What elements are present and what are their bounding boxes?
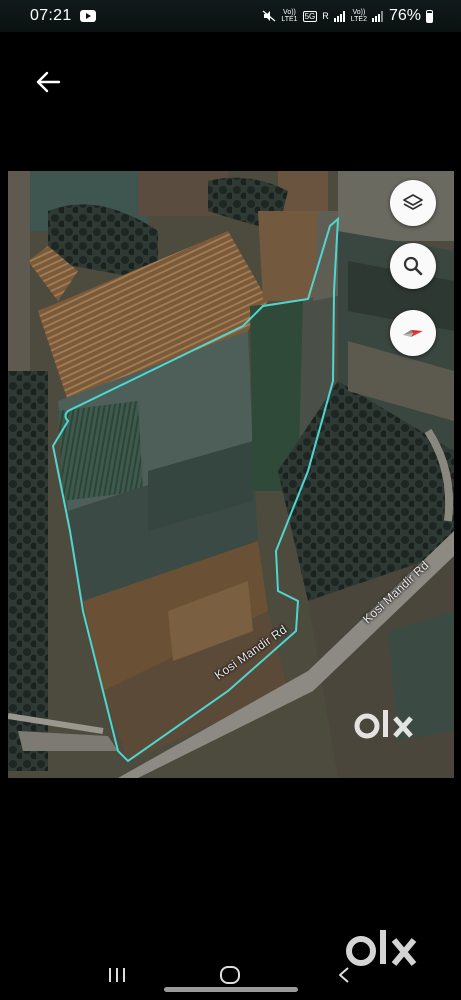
mute-icon [262,10,276,22]
signal-1-icon [333,10,346,22]
roaming-label: R [322,11,329,21]
home-icon [220,966,241,984]
search-icon [403,256,423,276]
satellite-terrain [8,171,454,778]
status-time: 07:21 [30,7,72,24]
satellite-map-image: Kosi Mandir Rd Kosi Mandir Rd [8,171,454,778]
battery-icon [426,9,433,23]
olx-logo-small [354,710,413,739]
youtube-notification-icon [79,10,96,22]
back-nav-icon [339,967,349,983]
map-layers-button[interactable] [390,180,436,226]
olx-watermark-map [353,706,437,742]
signal-2-icon [371,10,384,22]
compass-icon [403,330,423,337]
status-left: 07:21 [30,7,96,25]
back-button[interactable] [30,64,66,100]
gesture-handle [164,987,298,992]
status-right: Vo)) LTE1 5G R Vo)) LTE2 76% [262,7,433,25]
map-search-button[interactable] [390,243,436,289]
map-compass-button[interactable] [390,310,436,356]
system-nav-bar [0,950,461,1000]
battery-percent: 76% [388,7,421,24]
layers-icon [403,194,423,210]
arrow-left-icon [36,71,61,93]
network-label-lte2: Vo)) LTE2 [350,9,367,23]
recents-icon [108,968,125,982]
recents-button[interactable] [97,955,137,995]
network-label-lte1: Vo)) LTE1 [281,9,298,23]
status-bar: 07:21 Vo)) LTE1 5G R Vo)) LTE2 76% [0,0,461,32]
network-5g-badge: 5G [302,10,318,22]
back-nav-button[interactable] [324,955,364,995]
